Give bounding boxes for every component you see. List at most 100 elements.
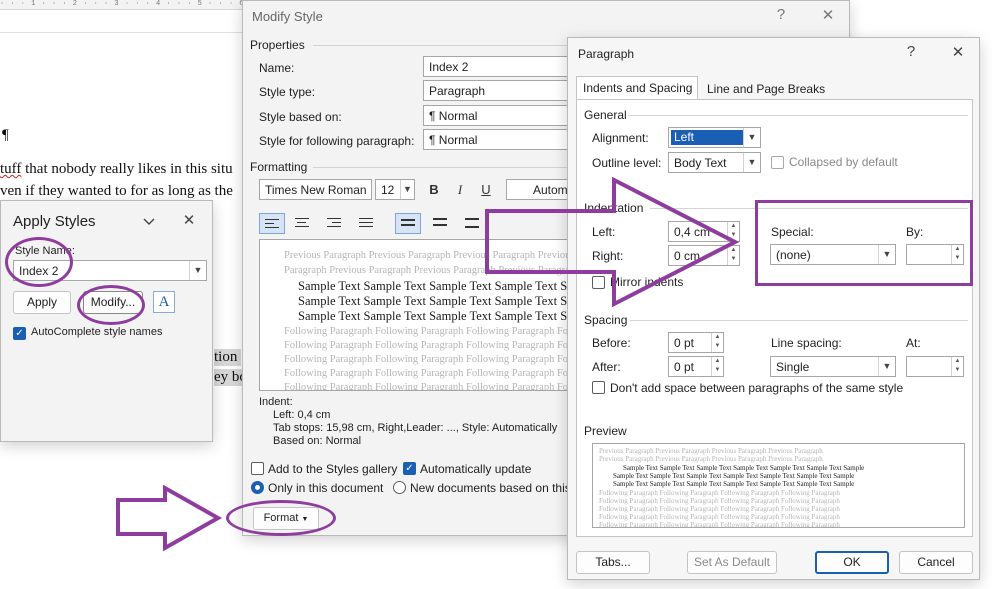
tabs-button[interactable]: Tabs... bbox=[576, 551, 650, 574]
align-right-icon bbox=[327, 218, 341, 227]
font-name-dropdown[interactable]: Times New Roman bbox=[259, 179, 372, 200]
after-label: After: bbox=[592, 360, 621, 374]
modify-button-highlight-ring bbox=[77, 285, 145, 325]
following-paragraph-label: Style for following paragraph: bbox=[259, 134, 415, 148]
chevron-down-icon[interactable]: ▼ bbox=[878, 357, 895, 376]
pv-sample-line-2: Sample Text Sample Text Sample Text Samp… bbox=[613, 472, 855, 480]
at-input[interactable]: ▲ ▼ bbox=[906, 356, 964, 377]
paragraph-help-icon[interactable]: ? bbox=[901, 43, 921, 60]
collapsed-by-default-checkbox[interactable] bbox=[771, 156, 784, 169]
alignment-dropdown[interactable]: Left ▼ bbox=[668, 127, 761, 148]
spin-arrows-icon[interactable]: ▲ ▼ bbox=[711, 333, 723, 352]
chevron-down-icon[interactable]: ▼ bbox=[189, 261, 206, 280]
document-line-3[interactable]: tion bbox=[214, 349, 242, 366]
at-label: At: bbox=[906, 336, 921, 350]
right-indent-label: Right: bbox=[592, 249, 624, 263]
after-input[interactable]: 0 pt ▲ ▼ bbox=[668, 356, 724, 377]
indentation-section-label: Indentation bbox=[584, 201, 644, 215]
add-to-gallery-checkbox[interactable] bbox=[251, 462, 264, 475]
align-left-icon bbox=[265, 219, 279, 228]
style-based-on-label: Style based on: bbox=[259, 110, 342, 124]
style-description: Indent: Left: 0,4 cm Tab stops: 15,98 cm… bbox=[259, 396, 619, 452]
paragraph-close-icon[interactable]: ✕ bbox=[948, 43, 968, 61]
pv-following-line-2: Following Paragraph Following Paragraph … bbox=[599, 497, 840, 505]
right-indent-value: 0 cm bbox=[674, 249, 701, 263]
cancel-button[interactable]: Cancel bbox=[899, 551, 973, 574]
general-section-label: General bbox=[584, 108, 627, 122]
one-half-spacing-icon bbox=[433, 218, 447, 226]
chevron-down-icon[interactable] bbox=[141, 213, 157, 229]
spin-arrows-icon[interactable]: ▲ ▼ bbox=[727, 246, 739, 265]
double-spacing-button[interactable] bbox=[459, 213, 485, 234]
tab-line-and-page-breaks[interactable]: Line and Page Breaks bbox=[701, 78, 831, 100]
special-indent-highlight-box bbox=[755, 200, 973, 286]
line-spacing-dropdown[interactable]: Single ▼ bbox=[770, 356, 896, 377]
chevron-down-icon[interactable]: ▼ bbox=[400, 180, 414, 199]
before-value: 0 pt bbox=[674, 336, 695, 350]
desc-left: Left: 0,4 cm bbox=[273, 409, 331, 421]
apply-styles-title: Apply Styles bbox=[13, 213, 96, 230]
align-center-button[interactable] bbox=[289, 213, 315, 234]
apply-button[interactable]: Apply bbox=[13, 291, 71, 314]
font-size-dropdown[interactable]: 12 ▼ bbox=[375, 179, 415, 200]
right-indent-input[interactable]: 0 cm ▲ ▼ bbox=[668, 245, 740, 266]
align-right-button[interactable] bbox=[321, 213, 347, 234]
bold-button[interactable]: B bbox=[421, 179, 447, 200]
left-indent-input[interactable]: 0,4 cm ▲ ▼ bbox=[668, 221, 740, 242]
spacing-section-label: Spacing bbox=[584, 313, 628, 327]
left-indent-value: 0,4 cm bbox=[674, 225, 711, 239]
modify-style-title: Modify Style bbox=[252, 9, 323, 24]
line-spacing-label: Line spacing: bbox=[771, 336, 842, 350]
justify-button[interactable] bbox=[353, 213, 379, 234]
document-pilcrow: ¶ bbox=[2, 127, 9, 143]
set-as-default-button[interactable]: Set As Default bbox=[687, 551, 777, 574]
auto-update-checkbox[interactable]: ✓ bbox=[403, 462, 416, 475]
one-half-spacing-button[interactable] bbox=[427, 213, 453, 234]
before-label: Before: bbox=[592, 336, 631, 350]
left-indent-label: Left: bbox=[592, 225, 616, 239]
style-type-label: Style type: bbox=[259, 85, 316, 99]
apply-styles-close-icon[interactable]: ✕ bbox=[179, 211, 199, 229]
autocomplete-label: AutoComplete style names bbox=[31, 326, 163, 338]
single-spacing-button[interactable] bbox=[395, 213, 421, 234]
help-icon[interactable]: ? bbox=[771, 6, 791, 23]
chevron-down-icon[interactable]: ▼ bbox=[743, 128, 760, 147]
new-documents-radio[interactable] bbox=[393, 481, 406, 494]
spin-arrows-icon[interactable]: ▲ ▼ bbox=[711, 357, 723, 376]
pv-sample-line-3: Sample Text Sample Text Sample Text Samp… bbox=[613, 480, 855, 488]
autocomplete-checkbox[interactable]: ✓ bbox=[13, 327, 26, 340]
general-divider bbox=[628, 115, 968, 116]
line-spacing-value: Single bbox=[776, 360, 810, 374]
font-color-dropdown[interactable]: Automa bbox=[506, 179, 576, 200]
font-size-value: 12 bbox=[381, 183, 395, 197]
spin-arrows-icon[interactable]: ▲ ▼ bbox=[727, 222, 739, 241]
styles-pane-icon[interactable]: A bbox=[153, 291, 175, 313]
document-line-1[interactable]: tuff that nobody really likes in this si… bbox=[0, 161, 233, 178]
page-edge-divider bbox=[0, 32, 250, 33]
before-input[interactable]: 0 pt ▲ ▼ bbox=[668, 332, 724, 353]
dont-add-space-checkbox[interactable] bbox=[592, 381, 605, 394]
new-documents-label: New documents based on this bbox=[410, 481, 571, 495]
pv-previous-line-1: Previous Paragraph Previous Paragraph Pr… bbox=[599, 447, 823, 455]
misspelled-word[interactable]: tuff bbox=[0, 161, 21, 177]
double-spacing-icon bbox=[465, 218, 479, 228]
auto-update-label: Automatically update bbox=[420, 462, 532, 476]
tab-indents-and-spacing[interactable]: Indents and Spacing bbox=[576, 76, 698, 100]
horizontal-ruler[interactable]: · · · 1 · · · 2 · · · 3 · · · 4 · · · 5 … bbox=[0, 0, 250, 10]
close-icon[interactable]: ✕ bbox=[818, 6, 838, 24]
document-line-2[interactable]: ven if they wanted to for as long as the bbox=[0, 183, 233, 200]
align-left-button[interactable] bbox=[259, 213, 285, 234]
desc-indent: Indent: bbox=[259, 396, 293, 408]
underline-button[interactable]: U bbox=[473, 179, 499, 200]
ok-button[interactable]: OK bbox=[815, 551, 889, 574]
spin-arrows-icon[interactable]: ▲ ▼ bbox=[951, 357, 963, 376]
document-line-1-rest: that nobody really likes in this situ bbox=[25, 161, 233, 177]
only-this-document-radio[interactable] bbox=[251, 481, 264, 494]
pv-following-line-5: Following Paragraph Following Paragraph … bbox=[599, 521, 840, 528]
italic-button[interactable]: I bbox=[447, 179, 473, 200]
chevron-down-icon[interactable]: ▼ bbox=[743, 153, 760, 172]
desc-tab-stops: Tab stops: 15,98 cm, Right,Leader: ..., … bbox=[273, 422, 558, 434]
mirror-indents-checkbox[interactable] bbox=[592, 276, 605, 289]
pv-following-line-3: Following Paragraph Following Paragraph … bbox=[599, 505, 840, 513]
outline-level-dropdown[interactable]: Body Text ▼ bbox=[668, 152, 761, 173]
